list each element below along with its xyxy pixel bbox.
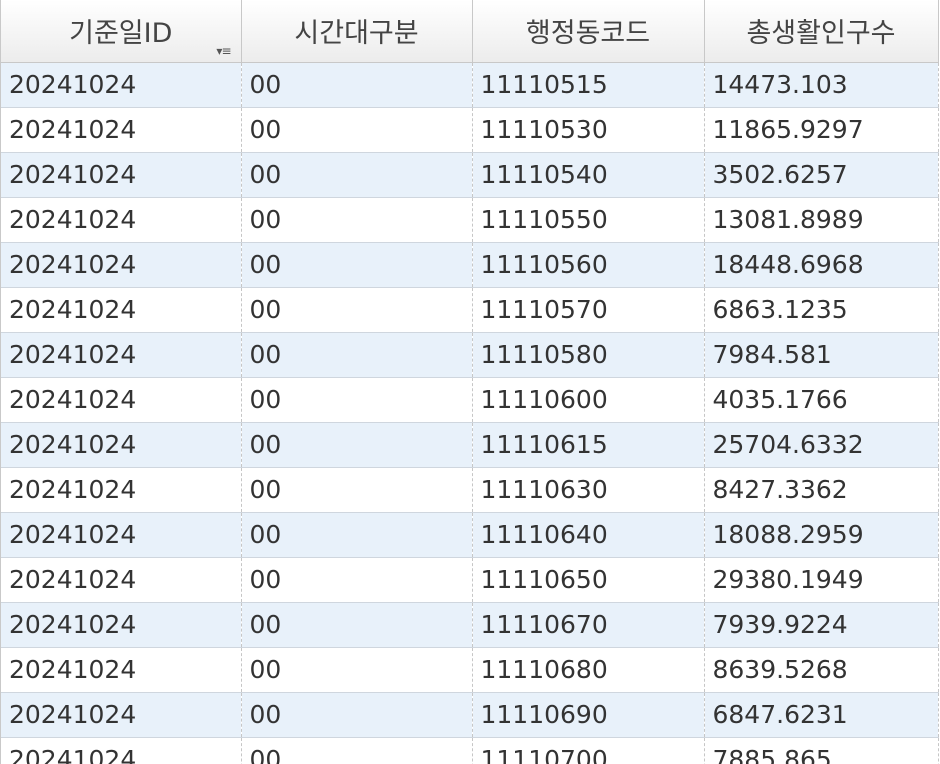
cell-total-population[interactable]: 7939.9224 (704, 602, 939, 648)
cell-total-population[interactable]: 6847.6231 (704, 692, 939, 738)
table-row[interactable]: 20241024 00 11110630 8427.3362 (1, 467, 939, 513)
cell-total-population[interactable]: 14473.103 (704, 62, 939, 108)
table-row[interactable]: 20241024 00 11110550 13081.8989 (1, 197, 939, 243)
cell-date-id[interactable]: 20241024 (1, 62, 242, 108)
data-table: 기준일ID ▾≡ 시간대구분 행정동코드 총생활인구수 20241024 00 … (1, 0, 939, 764)
table-row[interactable]: 20241024 00 11110560 18448.6968 (1, 242, 939, 288)
cell-district-code[interactable]: 11110570 (472, 287, 705, 333)
data-grid: 기준일ID ▾≡ 시간대구분 행정동코드 총생활인구수 20241024 00 … (0, 0, 940, 764)
cell-district-code[interactable]: 11110550 (472, 197, 705, 243)
table-row[interactable]: 20241024 00 11110530 11865.9297 (1, 107, 939, 153)
cell-time-slot[interactable]: 00 (241, 467, 473, 513)
cell-date-id[interactable]: 20241024 (1, 287, 242, 333)
cell-total-population[interactable]: 11865.9297 (704, 107, 939, 153)
cell-date-id[interactable]: 20241024 (1, 512, 242, 558)
cell-total-population[interactable]: 18088.2959 (704, 512, 939, 558)
cell-time-slot[interactable]: 00 (241, 647, 473, 693)
cell-date-id[interactable]: 20241024 (1, 602, 242, 648)
cell-time-slot[interactable]: 00 (241, 332, 473, 378)
cell-total-population[interactable]: 25704.6332 (704, 422, 939, 468)
cell-district-code[interactable]: 11110580 (472, 332, 705, 378)
cell-time-slot[interactable]: 00 (241, 197, 473, 243)
table-row[interactable]: 20241024 00 11110640 18088.2959 (1, 512, 939, 558)
cell-date-id[interactable]: 20241024 (1, 197, 242, 243)
cell-total-population[interactable]: 8639.5268 (704, 647, 939, 693)
cell-date-id[interactable]: 20241024 (1, 422, 242, 468)
cell-time-slot[interactable]: 00 (241, 377, 473, 423)
cell-total-population[interactable]: 7885.865 (704, 737, 939, 764)
cell-time-slot[interactable]: 00 (241, 287, 473, 333)
column-header-time-slot[interactable]: 시간대구분 (241, 0, 473, 63)
cell-district-code[interactable]: 11110690 (472, 692, 705, 738)
cell-time-slot[interactable]: 00 (241, 737, 473, 764)
table-row[interactable]: 20241024 00 11110515 14473.103 (1, 62, 939, 108)
cell-district-code[interactable]: 11110630 (472, 467, 705, 513)
table-row[interactable]: 20241024 00 11110540 3502.6257 (1, 152, 939, 198)
table-row[interactable]: 20241024 00 11110615 25704.6332 (1, 422, 939, 468)
column-header-label: 시간대구분 (294, 18, 419, 50)
column-header-district-code[interactable]: 행정동코드 (472, 0, 705, 63)
cell-date-id[interactable]: 20241024 (1, 737, 242, 764)
cell-date-id[interactable]: 20241024 (1, 557, 242, 603)
table-row[interactable]: 20241024 00 11110680 8639.5268 (1, 647, 939, 693)
cell-district-code[interactable]: 11110640 (472, 512, 705, 558)
cell-district-code[interactable]: 11110670 (472, 602, 705, 648)
cell-total-population[interactable]: 4035.1766 (704, 377, 939, 423)
column-header-label: 행정동코드 (525, 18, 651, 50)
cell-time-slot[interactable]: 00 (241, 512, 473, 558)
table-row[interactable]: 20241024 00 11110690 6847.6231 (1, 692, 939, 738)
header-row: 기준일ID ▾≡ 시간대구분 행정동코드 총생활인구수 (1, 0, 939, 63)
cell-date-id[interactable]: 20241024 (1, 242, 242, 288)
cell-total-population[interactable]: 6863.1235 (704, 287, 939, 333)
cell-district-code[interactable]: 11110530 (472, 107, 705, 153)
cell-total-population[interactable]: 29380.1949 (704, 557, 939, 603)
column-header-label: 기준일ID (69, 18, 173, 50)
cell-district-code[interactable]: 11110540 (472, 152, 705, 198)
table-row[interactable]: 20241024 00 11110700 7885.865 (1, 737, 939, 764)
cell-time-slot[interactable]: 00 (241, 62, 473, 108)
cell-time-slot[interactable]: 00 (241, 602, 473, 648)
cell-total-population[interactable]: 8427.3362 (704, 467, 939, 513)
cell-total-population[interactable]: 7984.581 (704, 332, 939, 378)
cell-date-id[interactable]: 20241024 (1, 467, 242, 513)
cell-date-id[interactable]: 20241024 (1, 692, 242, 738)
table-row[interactable]: 20241024 00 11110650 29380.1949 (1, 557, 939, 603)
cell-time-slot[interactable]: 00 (241, 557, 473, 603)
cell-district-code[interactable]: 11110680 (472, 647, 705, 693)
cell-district-code[interactable]: 11110700 (472, 737, 705, 764)
cell-district-code[interactable]: 11110515 (472, 62, 705, 108)
cell-district-code[interactable]: 11110600 (472, 377, 705, 423)
column-header-label: 총생활인구수 (746, 18, 896, 50)
cell-date-id[interactable]: 20241024 (1, 107, 242, 153)
table-row[interactable]: 20241024 00 11110570 6863.1235 (1, 287, 939, 333)
cell-time-slot[interactable]: 00 (241, 422, 473, 468)
table-row[interactable]: 20241024 00 11110670 7939.9224 (1, 602, 939, 648)
cell-time-slot[interactable]: 00 (241, 692, 473, 738)
cell-time-slot[interactable]: 00 (241, 107, 473, 153)
cell-district-code[interactable]: 11110560 (472, 242, 705, 288)
cell-total-population[interactable]: 18448.6968 (704, 242, 939, 288)
cell-time-slot[interactable]: 00 (241, 152, 473, 198)
cell-district-code[interactable]: 11110615 (472, 422, 705, 468)
table-row[interactable]: 20241024 00 11110600 4035.1766 (1, 377, 939, 423)
cell-date-id[interactable]: 20241024 (1, 377, 242, 423)
column-header-date-id[interactable]: 기준일ID ▾≡ (1, 0, 242, 63)
cell-time-slot[interactable]: 00 (241, 242, 473, 288)
cell-date-id[interactable]: 20241024 (1, 332, 242, 378)
cell-total-population[interactable]: 3502.6257 (704, 152, 939, 198)
cell-district-code[interactable]: 11110650 (472, 557, 705, 603)
cell-date-id[interactable]: 20241024 (1, 647, 242, 693)
cell-date-id[interactable]: 20241024 (1, 152, 242, 198)
column-header-total-population[interactable]: 총생활인구수 (704, 0, 939, 63)
sort-filter-icon[interactable]: ▾≡ (216, 45, 231, 57)
cell-total-population[interactable]: 13081.8989 (704, 197, 939, 243)
table-row[interactable]: 20241024 00 11110580 7984.581 (1, 332, 939, 378)
